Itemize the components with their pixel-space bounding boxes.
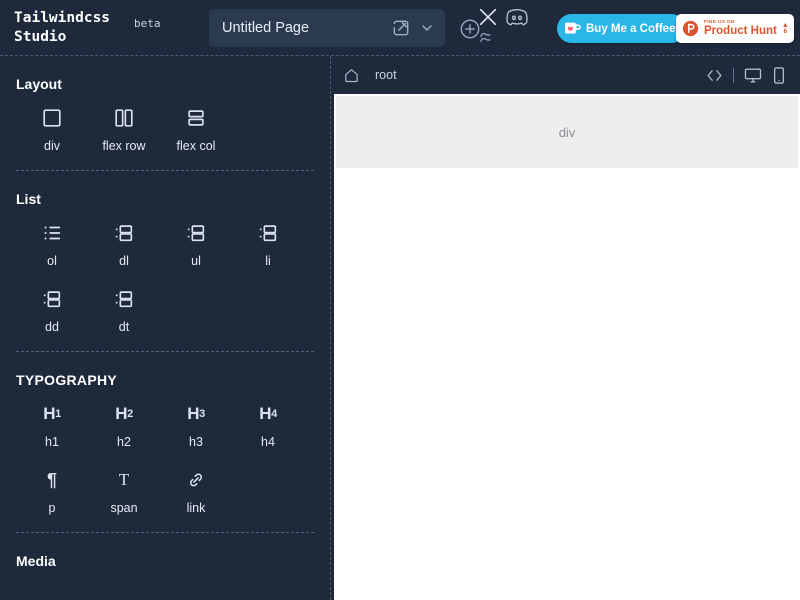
page-title-value[interactable]: Untitled Page [222, 20, 391, 36]
x-twitter-icon[interactable] [477, 6, 499, 28]
list-details-icon [257, 220, 279, 246]
section-grid-list: ol dl ul li dd dt [0, 211, 330, 343]
component-label: h1 [45, 435, 59, 449]
section-grid-layout: div flex row flex col [0, 96, 330, 162]
heading-1-icon: H1 [43, 404, 61, 423]
heading-2-icon: H2 [115, 404, 133, 423]
breadcrumb[interactable]: root [375, 68, 397, 82]
component-label: span [110, 501, 138, 515]
text-span-icon: T [118, 470, 130, 489]
section-title-media: Media [16, 553, 56, 569]
app-root: Tailwindcss Studio beta Untitled Page Bu… [0, 0, 800, 600]
product-hunt-button[interactable]: FIND US ON Product Hunt ▲ 6 [676, 14, 794, 43]
brand-logo[interactable]: Tailwindcss Studio [0, 9, 128, 47]
heading-level: 4 [271, 408, 277, 420]
component-label: dl [119, 254, 129, 268]
section-title-list: List [16, 191, 41, 207]
component-item-li[interactable]: li [232, 211, 304, 277]
canvas-view-controls [705, 66, 786, 85]
component-label: ol [47, 254, 57, 268]
section-title-layout: Layout [16, 76, 62, 92]
coffee-cup-icon [564, 21, 581, 36]
component-label: h2 [117, 435, 131, 449]
section-title-typography: TYPOGRAPHY [16, 372, 118, 388]
canvas-viewport[interactable]: div [334, 94, 800, 600]
code-brackets-icon[interactable] [705, 66, 724, 85]
rows-two-icon [185, 105, 207, 131]
page-title-field[interactable]: Untitled Page [209, 9, 445, 47]
component-label: flex col [176, 139, 216, 153]
list-ordered-icon [41, 220, 63, 246]
canvas-header: root [331, 56, 800, 94]
edit-pencil-square-icon[interactable] [391, 18, 411, 38]
section-grid-typography: H1 h1 H2 h2 H3 h3 H4 h4 ¶ p T span link [0, 392, 330, 524]
component-item-h2[interactable]: H2 h2 [88, 392, 160, 458]
list-details-icon [185, 220, 207, 246]
beta-badge: beta [134, 17, 161, 30]
product-hunt-logo-icon [682, 20, 699, 37]
component-item-dd[interactable]: dd [16, 277, 88, 343]
list-details-icon [41, 286, 63, 312]
product-hunt-label: Product Hunt [704, 24, 777, 37]
component-item-dl[interactable]: dl [88, 211, 160, 277]
section-divider [16, 532, 314, 533]
home-icon[interactable] [343, 67, 360, 84]
canvas-block-div[interactable]: div [336, 96, 798, 168]
product-hunt-upvote[interactable]: ▲ 6 [782, 22, 789, 36]
component-item-h3[interactable]: H3 h3 [160, 392, 232, 458]
component-label: h3 [189, 435, 203, 449]
component-label: p [48, 501, 56, 515]
canvas-panel: root div [331, 56, 800, 600]
component-label: dt [118, 320, 130, 334]
heading-3-icon: H3 [187, 404, 205, 423]
tailwind-wave-icon[interactable] [479, 30, 500, 46]
link-chain-icon [186, 467, 206, 493]
section-divider [16, 170, 314, 171]
toolbar-icon-group [455, 0, 555, 56]
component-item-h4[interactable]: H4 h4 [232, 392, 304, 458]
product-hunt-text: FIND US ON Product Hunt [704, 18, 777, 37]
heading-level: 3 [199, 408, 205, 420]
component-item-h1[interactable]: H1 h1 [16, 392, 88, 458]
square-outline-icon [41, 105, 63, 131]
component-item-dt[interactable]: dt [88, 277, 160, 343]
mobile-device-icon[interactable] [772, 66, 786, 85]
component-label: li [265, 254, 271, 268]
component-label: h4 [261, 435, 275, 449]
component-label: flex row [102, 139, 146, 153]
component-label: dd [45, 320, 59, 334]
component-item-span[interactable]: T span [88, 458, 160, 524]
list-details-icon [113, 220, 135, 246]
component-item-div[interactable]: div [16, 96, 88, 162]
columns-two-icon [113, 105, 135, 131]
product-hunt-kicker: FIND US ON [704, 18, 735, 24]
upvote-count: 6 [783, 27, 788, 35]
discord-icon[interactable] [505, 7, 529, 28]
brand-line-2: Studio [14, 28, 67, 45]
toolbar-divider [733, 67, 734, 83]
chevron-down-icon[interactable] [419, 20, 435, 36]
component-item-link[interactable]: link [160, 458, 232, 524]
list-details-icon [113, 286, 135, 312]
buy-me-a-coffee-label: Buy Me a Coffee [586, 22, 676, 35]
paragraph-icon: ¶ [46, 469, 57, 490]
component-item-p[interactable]: ¶ p [16, 458, 88, 524]
desktop-monitor-icon[interactable] [743, 66, 763, 85]
heading-level: 2 [127, 408, 133, 420]
heading-4-icon: H4 [259, 404, 277, 423]
canvas-block-label: div [558, 124, 576, 140]
component-item-flex-col[interactable]: flex col [160, 96, 232, 162]
component-label: div [44, 139, 60, 153]
top-toolbar: Tailwindcss Studio beta Untitled Page Bu… [0, 0, 800, 56]
component-label: link [186, 501, 206, 515]
component-item-ol[interactable]: ol [16, 211, 88, 277]
components-sidebar[interactable]: Layout div flex row flex col List ol dl … [0, 56, 331, 600]
section-divider [16, 351, 314, 352]
component-item-ul[interactable]: ul [160, 211, 232, 277]
brand-line-1: Tailwindcss [14, 9, 111, 26]
heading-level: 1 [55, 408, 61, 420]
component-item-flex-row[interactable]: flex row [88, 96, 160, 162]
buy-me-a-coffee-button[interactable]: Buy Me a Coffee [557, 14, 687, 43]
component-label: ul [191, 254, 201, 268]
